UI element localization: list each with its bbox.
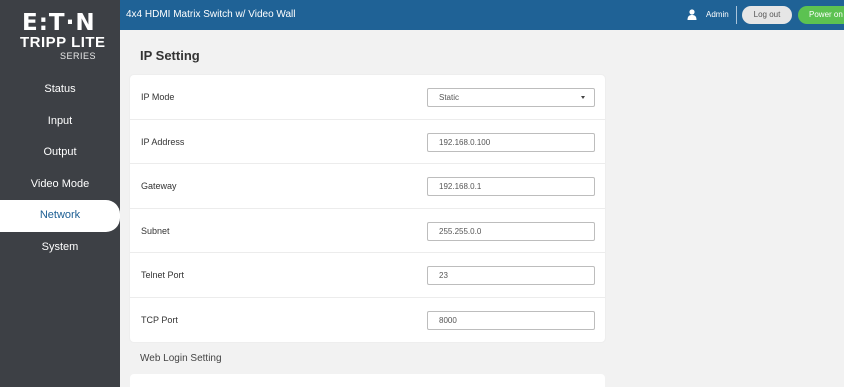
header-divider xyxy=(736,6,737,24)
web-login-card xyxy=(130,374,605,387)
subnet-row: Subnet 255.255.0.0 xyxy=(130,209,605,253)
header-bar: 4x4 HDMI Matrix Switch w/ Video Wall Adm… xyxy=(120,0,844,30)
ip-address-label: IP Address xyxy=(141,136,185,147)
sidebar-item-status[interactable]: Status xyxy=(0,74,120,106)
brand-logo: E:T·N TRIPP LITE SERIES xyxy=(0,0,120,66)
subnet-input[interactable]: 255.255.0.0 xyxy=(427,221,595,241)
sidebar-item-input[interactable]: Input xyxy=(0,106,120,138)
gateway-label: Gateway xyxy=(141,181,177,191)
sidebar: E:T·N TRIPP LITE SERIES Status Input Out… xyxy=(0,0,120,387)
telnet-port-row: Telnet Port 23 xyxy=(130,253,605,298)
ip-mode-value: Static xyxy=(439,93,460,102)
subnet-label: Subnet xyxy=(141,225,170,236)
ip-mode-select[interactable]: Static xyxy=(427,88,595,107)
logout-button[interactable]: Log out xyxy=(742,6,792,24)
sidebar-item-network[interactable]: Network xyxy=(0,200,120,232)
gateway-input[interactable]: 192.168.0.1 xyxy=(427,177,595,196)
app-title: 4x4 HDMI Matrix Switch w/ Video Wall xyxy=(126,9,296,20)
telnet-port-label: Telnet Port xyxy=(141,270,185,280)
sidebar-item-system[interactable]: System xyxy=(0,232,120,264)
user-icon xyxy=(687,9,697,20)
ip-mode-label: IP Mode xyxy=(141,92,175,102)
power-on-button[interactable]: Power on xyxy=(798,6,844,24)
ip-setting-card: IP Mode Static IP Address 192.168.0.100 … xyxy=(130,75,605,342)
logo-series: SERIES xyxy=(60,51,97,61)
ip-mode-row: IP Mode Static xyxy=(130,75,605,120)
sidebar-nav: Status Input Output Video Mode Network S… xyxy=(0,74,120,263)
gateway-row: Gateway 192.168.0.1 xyxy=(130,164,605,209)
tcp-port-label: TCP Port xyxy=(141,314,178,325)
telnet-port-input[interactable]: 23 xyxy=(427,266,595,285)
tcp-port-row: TCP Port 8000 xyxy=(130,298,605,343)
logo-tripp-lite: TRIPP LITE xyxy=(20,34,106,51)
user-name: Admin xyxy=(706,10,729,19)
page-title: IP Setting xyxy=(140,48,200,63)
sidebar-item-video-mode[interactable]: Video Mode xyxy=(0,169,120,201)
ip-address-input[interactable]: 192.168.0.100 xyxy=(427,132,595,152)
sidebar-item-output[interactable]: Output xyxy=(0,137,120,169)
chevron-down-icon xyxy=(581,96,585,99)
ip-address-row: IP Address 192.168.0.100 xyxy=(130,120,605,164)
tcp-port-input[interactable]: 8000 xyxy=(427,310,595,330)
web-login-section-title: Web Login Setting xyxy=(140,353,222,364)
logo-eaton: E:T·N xyxy=(22,10,96,36)
